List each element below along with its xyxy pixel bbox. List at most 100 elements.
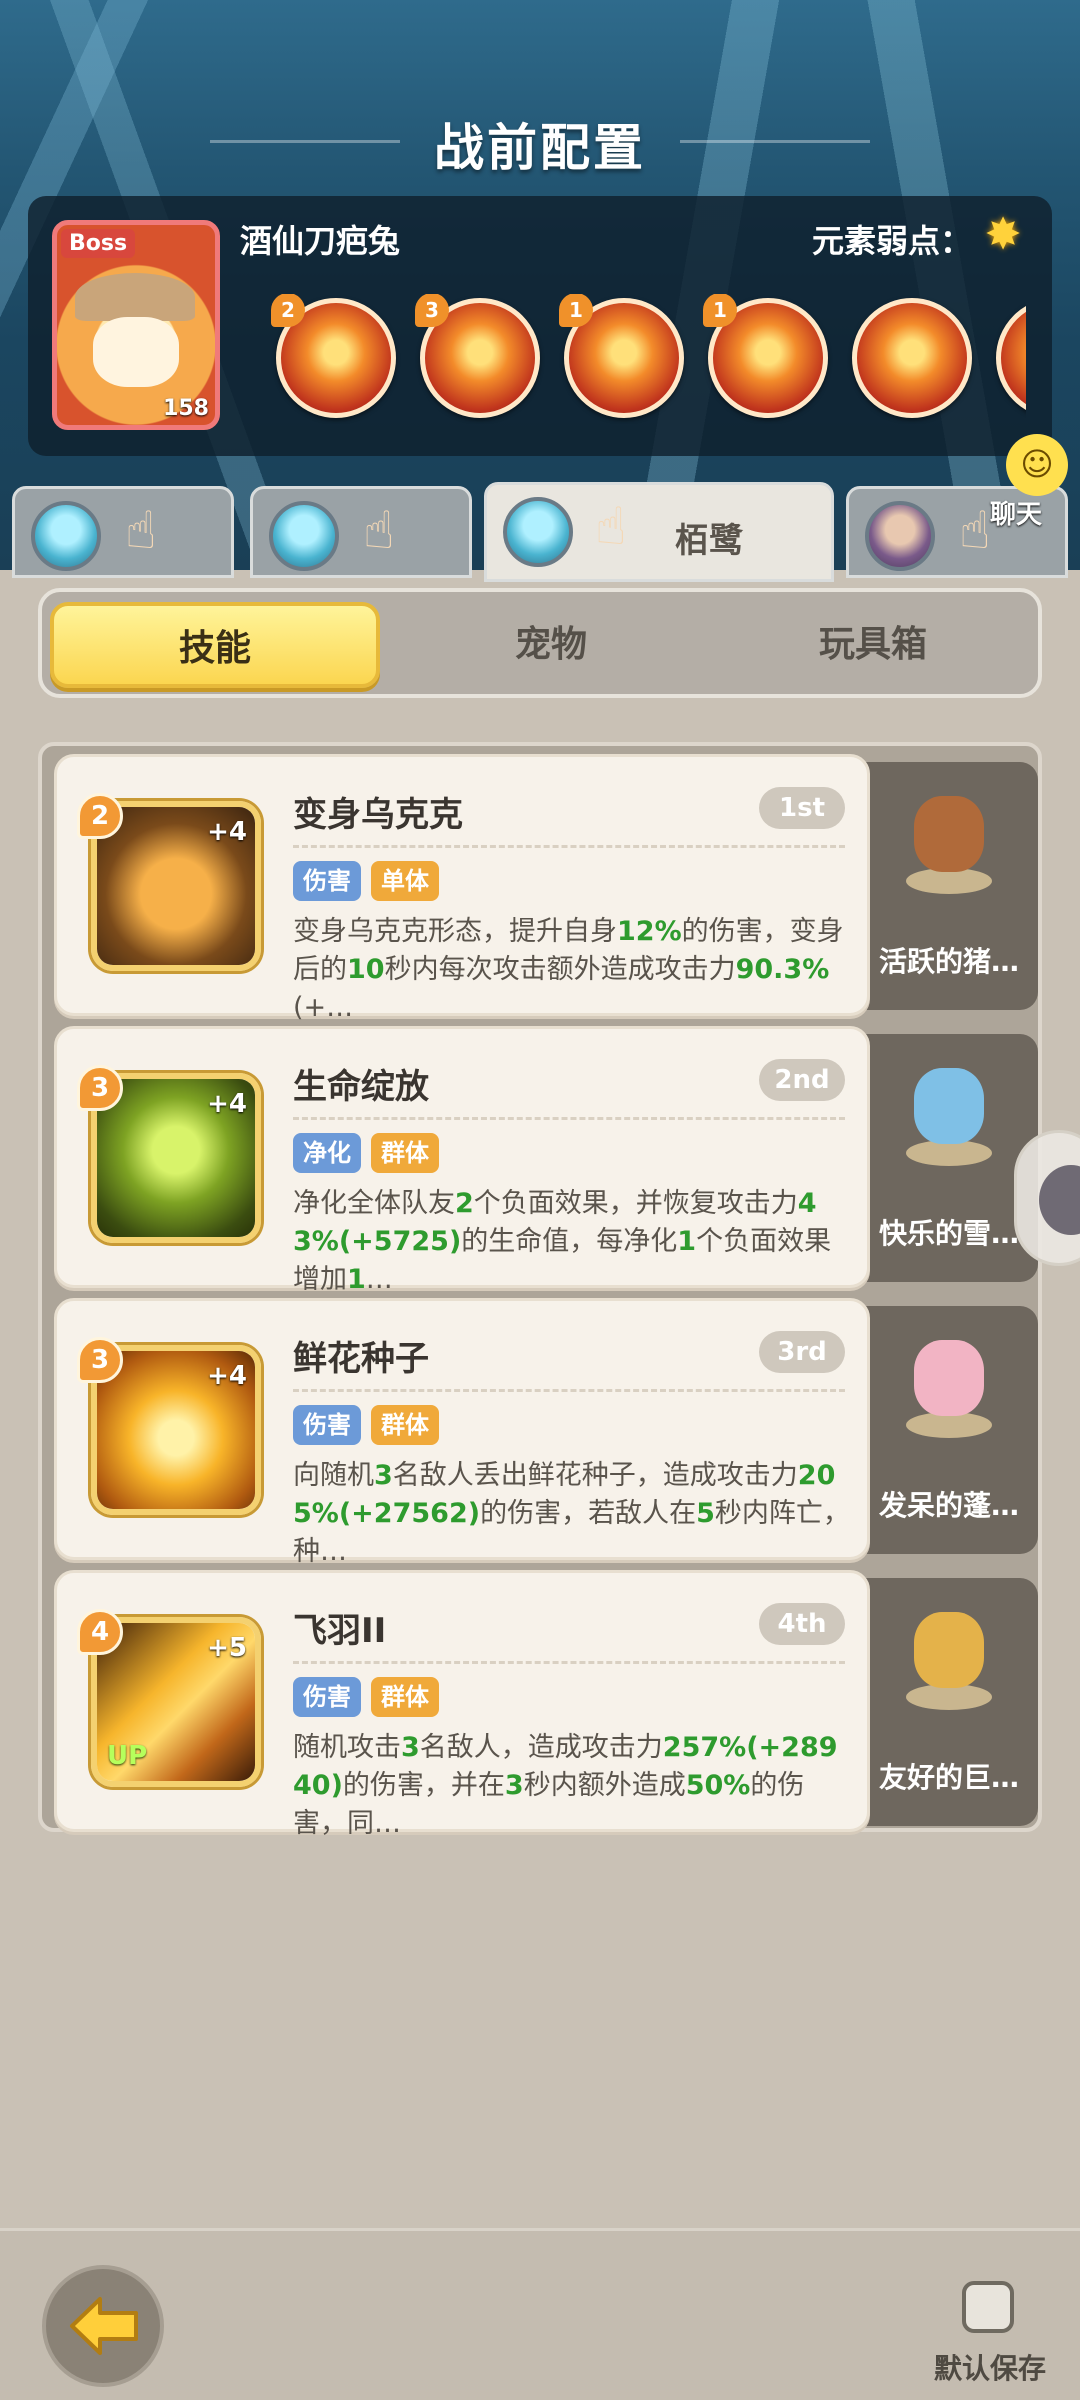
skill-description: 随机攻击3名敌人，造成攻击力257%(+28940)的伤害，并在3秒内额外造成5… (293, 1732, 838, 1839)
pet-slot[interactable]: 发呆的蓬… (860, 1306, 1038, 1554)
skill-list: 活跃的猪… 2 +4 变身乌克克 1st 伤害 单体 变身乌克克形态，提升自身1… (38, 742, 1044, 1839)
character-name: 栢鹭 (675, 521, 743, 561)
skill-description: 变身乌克克形态，提升自身12%的伤害，变身后的10秒内每次攻击额外造成攻击力90… (293, 916, 844, 1023)
skill-rank: 3rd (759, 1331, 845, 1373)
skill-tag: 伤害 (293, 1677, 361, 1717)
tap-hand-icon: ☝ (363, 501, 395, 561)
pet-figure (900, 1602, 996, 1722)
skill-icon[interactable]: 2 +4 (77, 793, 261, 971)
pet-figure (900, 1330, 996, 1450)
skill-card[interactable]: 3 +4 鲜花种子 3rd 伤害 群体 向随机3名敌人丢出鲜花种子，造成攻击力2… (54, 1298, 870, 1567)
fire-punch-icon[interactable]: 1 (703, 294, 828, 418)
skill-tag: 单体 (371, 861, 439, 901)
partial-skill-icon[interactable] (996, 298, 1026, 418)
pet-name: 友好的巨… (878, 1761, 1019, 1794)
tap-hand-icon: ☝ (125, 501, 157, 561)
boss-skill-list: 2 3 1 1 (246, 294, 1026, 424)
boss-level: 158 (163, 396, 209, 421)
skill-name: 飞羽II (293, 1611, 387, 1651)
skill-tag: 群体 (371, 1677, 439, 1717)
chat-button[interactable]: ☺ 聊天 (970, 434, 1070, 534)
list-item: 快乐的雪… 3 +4 生命绽放 2nd 净化 群体 净化全体队友2个负面效果，并… (54, 1026, 1044, 1295)
back-button[interactable] (42, 2265, 164, 2387)
page-title: 战前配置 (434, 119, 646, 177)
boss-skill-level: 2 (271, 294, 305, 327)
boss-skill-level: 1 (703, 294, 737, 327)
tap-hand-icon: ☝ (595, 497, 627, 557)
char-tab-3[interactable]: ☝ 栢鹭 (484, 482, 834, 582)
char-tab-1[interactable]: ☝ (12, 486, 234, 578)
default-save-label: 默认保存 (934, 2352, 1047, 2385)
fire-chain-icon[interactable]: 2 (271, 294, 396, 418)
skill-tag: 净化 (293, 1133, 361, 1173)
tab-pets[interactable]: 宠物 (386, 602, 716, 688)
skill-name: 生命绽放 (293, 1067, 429, 1107)
skill-card[interactable]: 4 +5 UP 飞羽II 4th 伤害 群体 随机攻击3名敌人，造成攻击力257… (54, 1570, 870, 1839)
skill-description: 净化全体队友2个负面效果，并恢复攻击力43%(+5725)的生命值，每净化1个负… (293, 1188, 832, 1295)
skill-level-badge: 3 (77, 1065, 123, 1111)
chat-label: 聊天 (990, 500, 1043, 530)
upgrade-badge: UP (107, 1741, 148, 1771)
pet-icon (1039, 1165, 1080, 1235)
pet-body (914, 796, 984, 872)
pet-slot[interactable]: 活跃的猪… (860, 762, 1038, 1010)
divider (293, 1117, 845, 1120)
skill-icon[interactable]: 3 +4 (77, 1337, 261, 1515)
boss-tag: Boss (61, 229, 136, 258)
divider (293, 1389, 845, 1392)
star-element-icon[interactable]: ✸ (980, 212, 1026, 258)
boss-skill-level: 3 (415, 294, 449, 327)
tab-skills[interactable]: 技能 (50, 602, 380, 688)
explosion-icon[interactable] (852, 298, 972, 418)
fire-burst-icon[interactable]: 1 (559, 294, 684, 418)
fire-slash-icon[interactable]: 3 (415, 294, 540, 418)
element-weakness-label: 元素弱点： (811, 222, 972, 260)
divider (293, 845, 845, 848)
section-tabbar: 技能 宠物 玩具箱 (38, 588, 1042, 698)
skill-rank: 2nd (759, 1059, 845, 1101)
boss-skill-level: 1 (559, 294, 593, 327)
boss-panel: Boss 158 酒仙刀疤兔 元素弱点： ✸ 2 3 1 1 (28, 196, 1052, 456)
char-tab-2[interactable]: ☝ (250, 486, 472, 578)
skill-plus: +5 (207, 1633, 247, 1663)
boss-hat-art (75, 273, 195, 321)
smiley-icon: ☺ (1006, 434, 1068, 496)
character-avatar (503, 497, 573, 567)
pet-body (914, 1068, 984, 1144)
skill-plus: +4 (207, 817, 247, 847)
skill-level-badge: 4 (77, 1609, 123, 1655)
list-item: 发呆的蓬… 3 +4 鲜花种子 3rd 伤害 群体 向随机3名敌人丢出鲜花种子，… (54, 1298, 1044, 1567)
character-avatar (865, 501, 935, 571)
pet-name: 活跃的猪… (878, 945, 1019, 978)
skill-tag: 伤害 (293, 1405, 361, 1445)
skill-name: 变身乌克克 (293, 795, 463, 835)
bottom-bar: 默认保存 (0, 2228, 1080, 2400)
side-pet-button[interactable] (1014, 1130, 1080, 1266)
back-arrow-icon (70, 2297, 138, 2355)
tab-toybox[interactable]: 玩具箱 (708, 602, 1038, 688)
boss-name: 酒仙刀疤兔 (240, 222, 401, 260)
boss-face-art (93, 317, 179, 387)
skill-tag: 群体 (371, 1133, 439, 1173)
pet-name: 快乐的雪… (878, 1217, 1019, 1250)
skill-description: 向随机3名敌人丢出鲜花种子，造成攻击力205%(+27562)的伤害，若敌人在5… (293, 1460, 850, 1567)
skill-icon[interactable]: 3 +4 (77, 1065, 261, 1243)
character-avatar (31, 501, 101, 571)
skill-icon[interactable]: 4 +5 UP (77, 1609, 261, 1787)
list-item: 活跃的猪… 2 +4 变身乌克克 1st 伤害 单体 变身乌克克形态，提升自身1… (54, 754, 1044, 1023)
default-save-checkbox[interactable] (962, 2281, 1014, 2333)
boss-portrait[interactable]: Boss 158 (52, 220, 220, 430)
skill-level-badge: 3 (77, 1337, 123, 1383)
divider (293, 1661, 845, 1664)
skill-tag: 群体 (371, 1405, 439, 1445)
skill-card[interactable]: 2 +4 变身乌克克 1st 伤害 单体 变身乌克克形态，提升自身12%的伤害，… (54, 754, 870, 1023)
skill-card[interactable]: 3 +4 生命绽放 2nd 净化 群体 净化全体队友2个负面效果，并恢复攻击力4… (54, 1026, 870, 1295)
pet-slot[interactable]: 友好的巨… (860, 1578, 1038, 1826)
pet-body (914, 1612, 984, 1688)
pet-figure (900, 1058, 996, 1178)
character-avatar (269, 501, 339, 571)
skill-rank: 4th (759, 1603, 845, 1645)
pet-body (914, 1340, 984, 1416)
pet-slot[interactable]: 快乐的雪… (860, 1034, 1038, 1282)
skill-plus: +4 (207, 1361, 247, 1391)
